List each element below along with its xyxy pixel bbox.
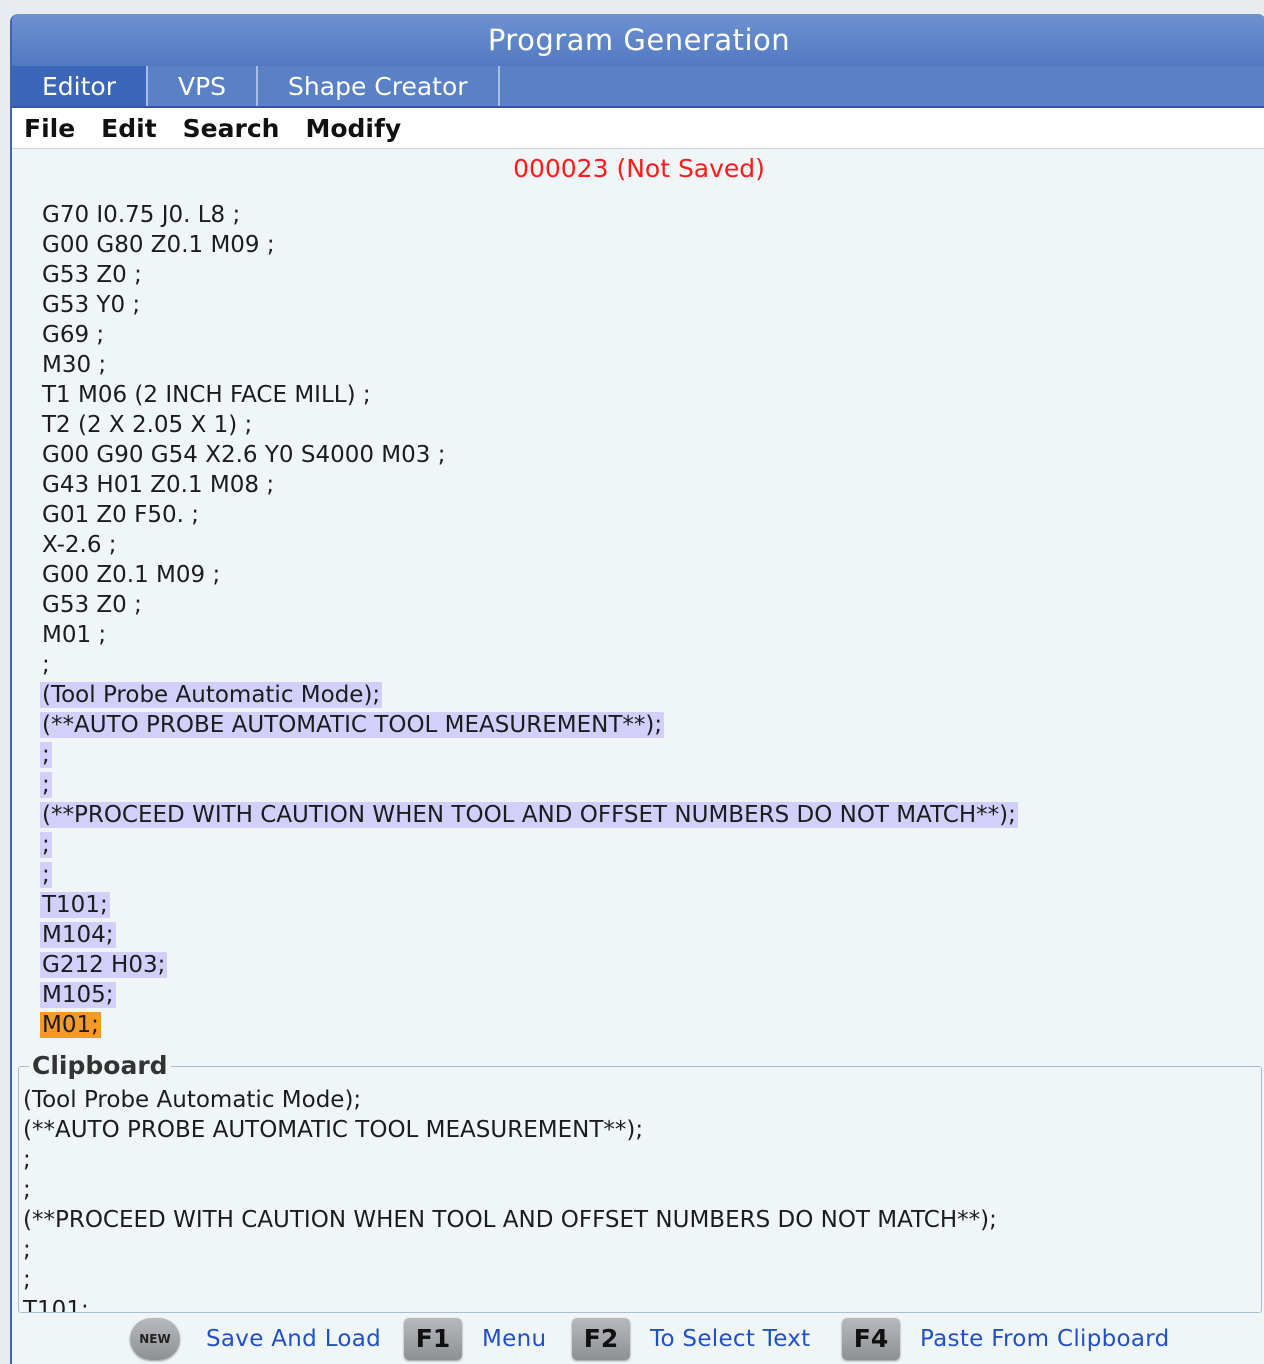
code-line[interactable]: G01 Z0 F50. ; (40, 500, 1260, 530)
code-line[interactable]: (**PROCEED WITH CAUTION WHEN TOOL AND OF… (40, 800, 1260, 830)
code-line[interactable]: G00 Z0.1 M09 ; (40, 560, 1260, 590)
code-line[interactable]: (**AUTO PROBE AUTOMATIC TOOL MEASUREMENT… (40, 710, 1260, 740)
code-line-text: G01 Z0 F50. ; (42, 502, 199, 528)
clipboard-line: (**AUTO PROBE AUTOMATIC TOOL MEASUREMENT… (23, 1117, 644, 1143)
clipboard-line: T101; (23, 1297, 89, 1312)
code-line[interactable]: G69 ; (40, 320, 1260, 350)
program-editor[interactable]: G70 I0.75 J0. L8 ; G00 G80 Z0.1 M09 ; G53 … (40, 200, 1260, 1040)
program-title: 000023 (Not Saved) (513, 154, 765, 183)
code-line[interactable]: G53 Y0 ; (40, 290, 1260, 320)
code-line[interactable]: G53 Z0 ; (40, 260, 1260, 290)
clipboard-label: Clipboard (29, 1051, 171, 1080)
tab-shape-creator[interactable]: Shape Creator (258, 66, 500, 106)
clipboard-line: ; (23, 1177, 31, 1203)
code-line-text: G53 Z0 ; (42, 592, 142, 618)
f1-key[interactable]: F1 (404, 1318, 462, 1360)
code-line[interactable]: ; (40, 770, 1260, 800)
code-line[interactable]: G212 H03; (40, 950, 1260, 980)
code-line-text: G53 Z0 ; (42, 262, 142, 288)
code-line[interactable]: M104; (40, 920, 1260, 950)
code-line[interactable]: ; (40, 740, 1260, 770)
clipboard-line: (Tool Probe Automatic Mode); (23, 1087, 362, 1113)
code-line-text: M01; (40, 1012, 101, 1038)
code-line[interactable]: G53 Z0 ; (40, 590, 1260, 620)
code-line-text: (**PROCEED WITH CAUTION WHEN TOOL AND OF… (40, 802, 1018, 828)
code-line[interactable]: ; (40, 650, 1260, 680)
footer-key-hints: NEW Save And Load F1 Menu F2 To Select T… (12, 1314, 1264, 1364)
program-generation-window: Program Generation Editor VPS Shape Crea… (10, 14, 1264, 1364)
select-text-label[interactable]: To Select Text (650, 1318, 811, 1360)
code-line[interactable]: M105; (40, 980, 1260, 1010)
code-line-text: G00 G80 Z0.1 M09 ; (42, 232, 275, 258)
code-line[interactable]: T101; (40, 890, 1260, 920)
code-line-text: G43 H01 Z0.1 M08 ; (42, 472, 275, 498)
code-line-text: G00 Z0.1 M09 ; (42, 562, 221, 588)
code-line[interactable]: G00 G80 Z0.1 M09 ; (40, 230, 1260, 260)
code-line-text: T101; (40, 892, 110, 918)
code-line[interactable]: G43 H01 Z0.1 M08 ; (40, 470, 1260, 500)
paste-from-clipboard-label[interactable]: Paste From Clipboard (920, 1318, 1170, 1360)
code-line-text: T2 (2 X 2.05 X 1) ; (42, 412, 253, 438)
code-line[interactable]: M30 ; (40, 350, 1260, 380)
code-line[interactable]: M01; (40, 1010, 1260, 1040)
f4-key[interactable]: F4 (842, 1318, 900, 1360)
clipboard-line: ; (23, 1267, 31, 1293)
code-line-text: (Tool Probe Automatic Mode); (40, 682, 383, 708)
menu-file[interactable]: File (12, 114, 88, 143)
code-line-text: M30 ; (42, 352, 107, 378)
code-line[interactable]: G70 I0.75 J0. L8 ; (40, 200, 1260, 230)
code-line[interactable]: ; (40, 830, 1260, 860)
code-line[interactable]: T1 M06 (2 INCH FACE MILL) ; (40, 380, 1260, 410)
code-line-text: G53 Y0 ; (42, 292, 141, 318)
code-line-text: T1 M06 (2 INCH FACE MILL) ; (42, 382, 371, 408)
code-line[interactable]: (Tool Probe Automatic Mode); (40, 680, 1260, 710)
menu-bar: File Edit Search Modify (12, 108, 1264, 149)
f2-key[interactable]: F2 (572, 1318, 630, 1360)
new-key-icon[interactable]: NEW (130, 1318, 180, 1360)
tab-vps[interactable]: VPS (148, 66, 259, 106)
code-line[interactable]: T2 (2 X 2.05 X 1) ; (40, 410, 1260, 440)
code-line-text: M01 ; (42, 622, 107, 648)
code-line[interactable]: M01 ; (40, 620, 1260, 650)
save-and-load-label[interactable]: Save And Load (206, 1318, 381, 1360)
menu-search[interactable]: Search (170, 114, 293, 143)
window-title: Program Generation (12, 14, 1264, 66)
menu-modify[interactable]: Modify (292, 114, 414, 143)
code-line-text: G69 ; (42, 322, 105, 348)
code-line[interactable]: ; (40, 860, 1260, 890)
clipboard-panel: Clipboard (Tool Probe Automatic Mode); (*… (18, 1051, 1262, 1313)
menu-label[interactable]: Menu (482, 1318, 546, 1360)
code-line-text: G212 H03; (40, 952, 168, 978)
clipboard-line: (**PROCEED WITH CAUTION WHEN TOOL AND OF… (23, 1207, 997, 1233)
tab-bar: Editor VPS Shape Creator (12, 66, 1264, 108)
clipboard-line: ; (23, 1147, 31, 1173)
clipboard-content[interactable]: (Tool Probe Automatic Mode); (**AUTO PROB… (23, 1085, 1257, 1312)
code-line[interactable]: G00 G90 G54 X2.6 Y0 S4000 M03 ; (40, 440, 1260, 470)
code-line-text: M104; (40, 922, 116, 948)
code-line-text: ; (40, 742, 52, 768)
code-line-text: G70 I0.75 J0. L8 ; (42, 202, 241, 228)
code-line-text: X-2.6 ; (42, 532, 117, 558)
code-line-text: G00 G90 G54 X2.6 Y0 S4000 M03 ; (42, 442, 446, 468)
code-line-text: M105; (40, 982, 116, 1008)
code-line[interactable]: X-2.6 ; (40, 530, 1260, 560)
code-line-text: ; (40, 862, 52, 888)
clipboard-line: ; (23, 1237, 31, 1263)
code-line-text: ; (42, 652, 50, 678)
menu-edit[interactable]: Edit (88, 114, 170, 143)
tab-editor[interactable]: Editor (12, 66, 148, 106)
code-line-text: ; (40, 772, 52, 798)
code-line-text: ; (40, 832, 52, 858)
code-line-text: (**AUTO PROBE AUTOMATIC TOOL MEASUREMENT… (40, 712, 665, 738)
